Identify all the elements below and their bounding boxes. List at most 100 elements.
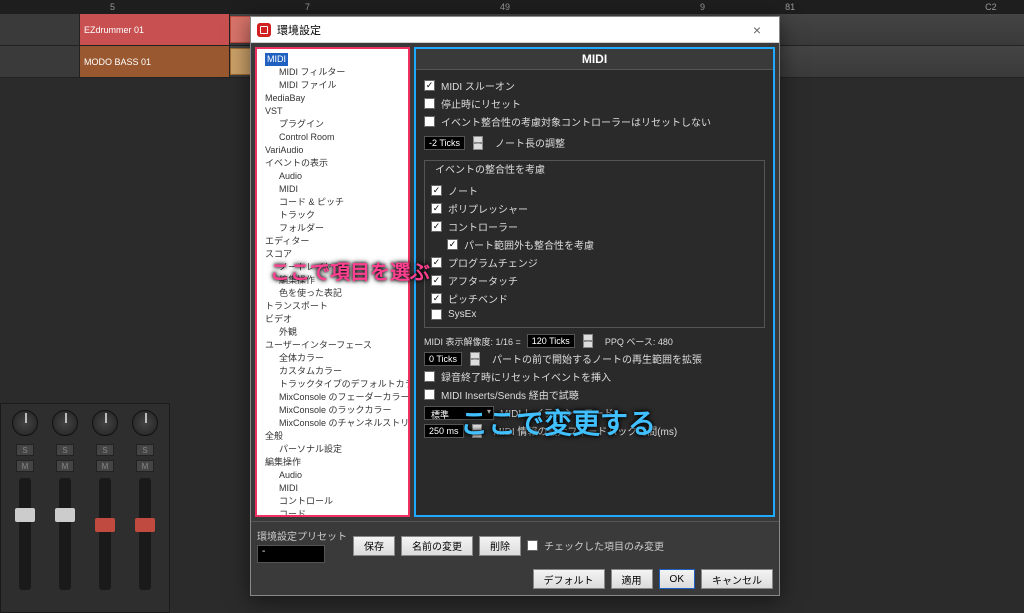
tree-item[interactable]: 外観: [279, 326, 406, 339]
tree-item[interactable]: トラックタイプのデフォルトカラー: [279, 378, 406, 391]
spin-up-icon[interactable]: ▲: [473, 136, 483, 143]
tree-item[interactable]: トランスポート: [265, 300, 406, 313]
spin-down-icon[interactable]: ▼: [472, 431, 482, 438]
track-label[interactable]: EZdrummer 01: [80, 14, 230, 45]
pan-knob[interactable]: [92, 410, 118, 436]
tree-item[interactable]: トラック: [279, 209, 406, 222]
mute-button[interactable]: M: [56, 460, 74, 472]
tree-item[interactable]: イベントの表示: [265, 157, 406, 170]
fader[interactable]: [139, 478, 151, 590]
mute-button[interactable]: M: [96, 460, 114, 472]
fader[interactable]: [99, 478, 111, 590]
spin-down-icon[interactable]: ▼: [473, 143, 483, 150]
preset-select[interactable]: -: [257, 545, 325, 563]
checkbox[interactable]: [431, 221, 442, 232]
spin-down-icon[interactable]: ▼: [470, 359, 480, 366]
track-header[interactable]: [0, 46, 80, 77]
display-res-spinbox[interactable]: 120 Ticks: [527, 334, 575, 348]
checkbox[interactable]: [447, 239, 458, 250]
category-tree[interactable]: MIDIMIDI フィルターMIDI ファイルMediaBayVSTプラグインC…: [255, 47, 410, 517]
checkbox[interactable]: [431, 257, 442, 268]
tree-item[interactable]: MediaBay: [265, 92, 406, 105]
track-label[interactable]: MODO BASS 01: [80, 46, 230, 77]
checkbox[interactable]: [431, 275, 442, 286]
tree-item[interactable]: MIDI: [279, 482, 406, 495]
only-checked-checkbox[interactable]: [527, 540, 538, 551]
tree-item[interactable]: MixConsole のフェーダーカラー: [279, 391, 406, 404]
label: 録音終了時にリセットイベントを挿入: [441, 369, 611, 384]
tree-item[interactable]: プラグイン: [279, 118, 406, 131]
tree-item[interactable]: コントロール: [279, 495, 406, 508]
pan-knob[interactable]: [52, 410, 78, 436]
tree-item[interactable]: Audio: [279, 170, 406, 183]
max-feedback-spinbox[interactable]: 250 ms: [424, 424, 464, 438]
preferences-dialog: 環境設定 × MIDIMIDI フィルターMIDI ファイルMediaBayVS…: [250, 16, 780, 596]
tree-item[interactable]: パーソナル設定: [279, 443, 406, 456]
label: PPQ ベース: 480: [605, 335, 673, 348]
delete-button[interactable]: 削除: [479, 536, 521, 556]
tree-item[interactable]: 全体カラー: [279, 352, 406, 365]
tree-item[interactable]: 色を使った表記: [279, 287, 406, 300]
note-length-spinbox[interactable]: -2 Ticks: [424, 136, 465, 150]
fader[interactable]: [59, 478, 71, 590]
extend-playback-spinbox[interactable]: 0 Ticks: [424, 352, 462, 366]
checkbox[interactable]: [424, 389, 435, 400]
fader[interactable]: [19, 478, 31, 590]
track-header[interactable]: [0, 14, 80, 45]
tree-item[interactable]: ビデオ: [265, 313, 406, 326]
default-button[interactable]: デフォルト: [533, 569, 605, 589]
latency-mode-select[interactable]: 標準: [424, 406, 494, 420]
tree-item[interactable]: VariAudio: [265, 144, 406, 157]
checkbox[interactable]: [424, 116, 435, 127]
tree-item[interactable]: MIDI フィルター: [279, 66, 406, 79]
tree-item[interactable]: MixConsole のチャンネルストリップカラー: [279, 417, 406, 430]
tree-item[interactable]: ノートレイヤー: [279, 261, 406, 274]
checkbox[interactable]: [424, 98, 435, 109]
tree-item[interactable]: エディター: [265, 235, 406, 248]
spin-up-icon[interactable]: ▲: [470, 352, 480, 359]
tree-item[interactable]: MIDI: [265, 53, 288, 66]
pan-knob[interactable]: [132, 410, 158, 436]
timeline-ruler[interactable]: 5 7 49 9 81 C2: [0, 0, 1024, 14]
solo-button[interactable]: S: [16, 444, 34, 456]
tree-item[interactable]: MixConsole のラックカラー: [279, 404, 406, 417]
mute-button[interactable]: M: [136, 460, 154, 472]
pan-knob[interactable]: [12, 410, 38, 436]
tree-item[interactable]: 編集操作: [265, 456, 406, 469]
checkbox[interactable]: [424, 80, 435, 91]
tree-item[interactable]: フォルダー: [279, 222, 406, 235]
tree-item[interactable]: Audio: [279, 469, 406, 482]
label: パート範囲外も整合性を考慮: [464, 237, 594, 252]
ok-button[interactable]: OK: [659, 569, 695, 589]
tree-item[interactable]: MIDI: [279, 183, 406, 196]
solo-button[interactable]: S: [56, 444, 74, 456]
solo-button[interactable]: S: [96, 444, 114, 456]
checkbox[interactable]: [431, 185, 442, 196]
tree-item[interactable]: 全般: [265, 430, 406, 443]
label: パートの前で開始するノートの再生範囲を拡張: [492, 351, 702, 366]
checkbox[interactable]: [424, 371, 435, 382]
checkbox[interactable]: [431, 293, 442, 304]
spin-down-icon[interactable]: ▼: [583, 341, 593, 348]
apply-button[interactable]: 適用: [611, 569, 653, 589]
spin-up-icon[interactable]: ▲: [583, 334, 593, 341]
mute-button[interactable]: M: [16, 460, 34, 472]
tree-item[interactable]: Control Room: [279, 131, 406, 144]
tree-item[interactable]: コード: [279, 508, 406, 517]
checkbox[interactable]: [431, 309, 442, 320]
tree-item[interactable]: カスタムカラー: [279, 365, 406, 378]
label: 停止時にリセット: [441, 96, 521, 111]
cancel-button[interactable]: キャンセル: [701, 569, 773, 589]
tree-item[interactable]: 編集操作: [279, 274, 406, 287]
tree-item[interactable]: ユーザーインターフェース: [265, 339, 406, 352]
close-icon[interactable]: ×: [741, 22, 773, 38]
tree-item[interactable]: MIDI ファイル: [279, 79, 406, 92]
tree-item[interactable]: スコア: [265, 248, 406, 261]
save-button[interactable]: 保存: [353, 536, 395, 556]
checkbox[interactable]: [431, 203, 442, 214]
tree-item[interactable]: VST: [265, 105, 406, 118]
rename-button[interactable]: 名前の変更: [401, 536, 473, 556]
solo-button[interactable]: S: [136, 444, 154, 456]
spin-up-icon[interactable]: ▲: [472, 424, 482, 431]
tree-item[interactable]: コード & ピッチ: [279, 196, 406, 209]
